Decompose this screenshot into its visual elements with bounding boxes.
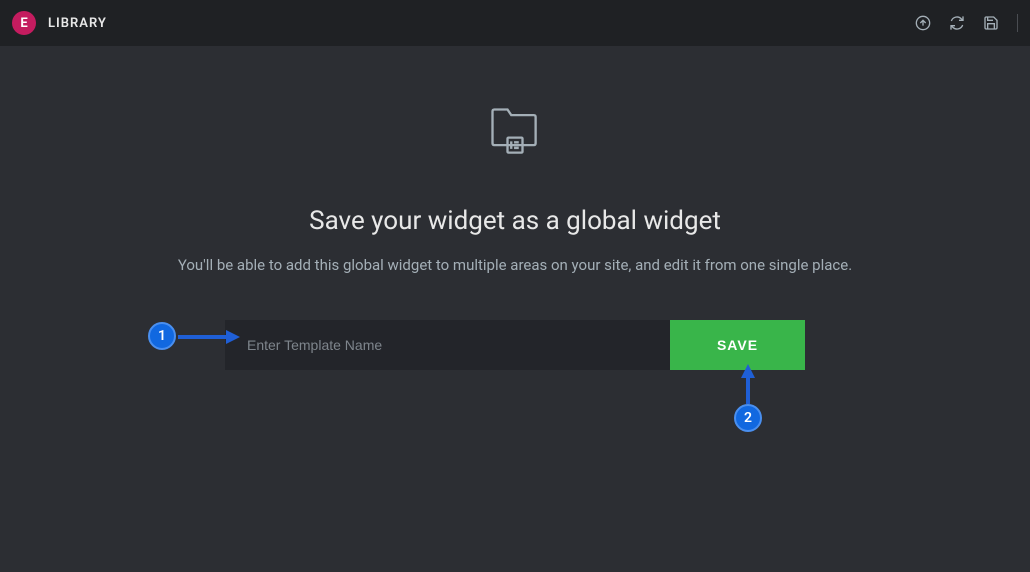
save-icon[interactable]	[983, 15, 999, 31]
header-divider	[1017, 14, 1018, 32]
header-bar: E LIBRARY	[0, 0, 1030, 46]
page-subheading: You'll be able to add this global widget…	[178, 256, 852, 274]
annotation-2: 2	[734, 404, 762, 432]
template-folder-icon	[485, 102, 545, 166]
annotation-badge-2: 2	[734, 404, 762, 432]
header-right	[915, 14, 1018, 32]
header-left: E LIBRARY	[12, 11, 107, 35]
page-heading: Save your widget as a global widget	[309, 206, 721, 236]
save-button[interactable]: SAVE	[670, 320, 805, 370]
elementor-logo: E	[12, 11, 36, 35]
sync-icon[interactable]	[949, 15, 965, 31]
form-row: SAVE	[225, 320, 805, 370]
template-name-input[interactable]	[225, 320, 670, 370]
header-title: LIBRARY	[48, 16, 107, 31]
import-icon[interactable]	[915, 15, 931, 31]
main-content: Save your widget as a global widget You'…	[0, 46, 1030, 370]
annotation-arrow-2	[739, 364, 757, 404]
